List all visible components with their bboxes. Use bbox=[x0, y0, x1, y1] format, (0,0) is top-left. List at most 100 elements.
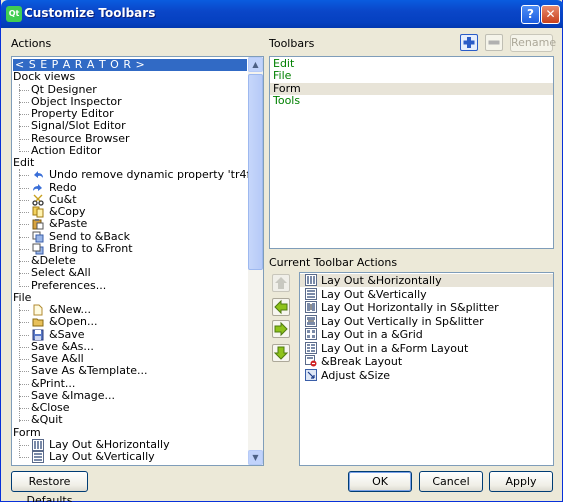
ok-button[interactable]: OK bbox=[348, 471, 412, 492]
close-button[interactable]: ✕ bbox=[541, 5, 560, 24]
action-item[interactable]: Signal/Slot Editor bbox=[31, 120, 126, 132]
action-category[interactable]: Form bbox=[13, 426, 41, 439]
layout-vertical-icon bbox=[305, 287, 317, 300]
action-item[interactable]: Select &All bbox=[31, 267, 91, 279]
action-item[interactable]: Property Editor bbox=[31, 108, 114, 120]
cancel-button[interactable]: Cancel bbox=[419, 471, 483, 492]
action-category[interactable]: File bbox=[13, 291, 31, 304]
layout-horizontal-icon bbox=[305, 274, 317, 286]
action-item[interactable]: Save As &Template... bbox=[31, 365, 148, 377]
action-item[interactable]: &Quit bbox=[31, 414, 63, 426]
scroll-down-button[interactable]: ▼ bbox=[248, 450, 263, 465]
action-item[interactable]: Save &As... bbox=[31, 339, 94, 353]
action-item[interactable]: Preferences... bbox=[31, 278, 107, 292]
action-item[interactable]: Lay Out &Vertically bbox=[49, 451, 155, 463]
layout-horizontal-icon bbox=[32, 438, 44, 451]
action-category[interactable]: Dock views bbox=[13, 71, 75, 83]
actions-header: Actions bbox=[11, 37, 52, 50]
action-item[interactable]: Send to &Back bbox=[49, 230, 130, 243]
tree-branch-line bbox=[19, 322, 29, 324]
action-item[interactable]: &New... bbox=[49, 304, 91, 316]
scroll-up-button[interactable]: ▲ bbox=[248, 57, 263, 72]
title-bar[interactable]: Qt Customize Toolbars ? ✕ bbox=[1, 0, 563, 28]
current-action-item[interactable]: &Break Layout bbox=[300, 355, 553, 368]
customize-toolbars-dialog: Qt Customize Toolbars ? ✕ Actions < S E … bbox=[0, 0, 563, 502]
tree-branch-line bbox=[19, 101, 29, 103]
tree-branch-line bbox=[19, 457, 29, 458]
help-button[interactable]: ? bbox=[521, 5, 540, 24]
action-label: Qt Designer bbox=[31, 82, 97, 96]
tree-branch-line bbox=[19, 89, 29, 91]
action-item[interactable]: Undo remove dynamic property 'tr4fsgv' f… bbox=[49, 169, 263, 181]
tree-branch-line bbox=[19, 273, 29, 275]
layout-grid-icon bbox=[305, 328, 317, 340]
action-item[interactable]: &Print... bbox=[31, 377, 75, 390]
remove-toolbar-button[interactable] bbox=[485, 34, 503, 51]
current-action-item[interactable]: Lay Out in a &Form Layout bbox=[300, 341, 553, 355]
apply-button[interactable]: Apply bbox=[489, 471, 553, 492]
action-label: &New... bbox=[49, 303, 92, 316]
restore-defaults-button[interactable]: Restore Defaults bbox=[11, 471, 88, 502]
action-item[interactable]: Qt Designer bbox=[31, 82, 97, 96]
add-action-button[interactable] bbox=[272, 320, 290, 338]
rename-button[interactable]: Rename bbox=[510, 34, 556, 52]
tree-branch-line bbox=[19, 248, 29, 250]
action-label: &Delete bbox=[31, 254, 76, 267]
action-label: &Save bbox=[49, 327, 85, 341]
toolbar-item[interactable]: Form bbox=[270, 82, 553, 95]
actions-scrollbar[interactable]: ▲ ▼ bbox=[248, 57, 263, 465]
action-item[interactable]: &Paste bbox=[49, 218, 87, 230]
action-item[interactable]: &Save bbox=[49, 327, 85, 341]
action-item[interactable]: Cu&t bbox=[49, 193, 77, 206]
action-item[interactable]: Object Inspector bbox=[31, 95, 122, 108]
toolbar-item[interactable]: File bbox=[270, 70, 553, 82]
current-toolbar-actions-list[interactable]: Lay Out &Horizontally Lay Out &Vertically… bbox=[299, 272, 554, 466]
action-item[interactable]: &Delete bbox=[31, 255, 76, 267]
action-item[interactable]: &Open... bbox=[49, 316, 97, 328]
action-item[interactable]: Resource Browser bbox=[31, 132, 130, 145]
action-label: Edit bbox=[13, 156, 35, 169]
action-item[interactable]: Lay Out &Horizontally bbox=[49, 438, 170, 451]
tree-branch-line bbox=[19, 224, 29, 226]
tree-branch-line bbox=[19, 371, 29, 373]
current-action-item[interactable]: Lay Out Vertically in Sp&litter bbox=[300, 314, 553, 328]
current-action-item[interactable]: Lay Out Horizontally in S&plitter bbox=[300, 301, 553, 314]
current-action-item[interactable]: Adjust &Size bbox=[300, 368, 553, 382]
action-item[interactable]: Action Editor bbox=[31, 143, 102, 157]
action-label: Preferences... bbox=[31, 278, 107, 292]
toolbars-list[interactable]: Edit File Form Tools bbox=[269, 56, 554, 249]
scroll-thumb[interactable] bbox=[248, 74, 263, 270]
action-item[interactable]: Redo bbox=[49, 181, 77, 194]
action-label: Action Editor bbox=[31, 143, 102, 157]
move-up-button[interactable] bbox=[272, 274, 290, 292]
current-action-item[interactable]: Lay Out &Horizontally bbox=[300, 274, 553, 287]
action-category[interactable]: Edit bbox=[13, 157, 34, 169]
move-down-button[interactable] bbox=[272, 344, 290, 362]
send-to-back-icon bbox=[32, 231, 44, 243]
toolbar-item[interactable]: Edit bbox=[270, 58, 553, 70]
undo-icon bbox=[32, 169, 44, 181]
open-folder-icon bbox=[32, 316, 44, 328]
action-item[interactable]: &Close bbox=[31, 402, 70, 414]
action-item[interactable]: Save &Image... bbox=[31, 389, 115, 402]
action-item[interactable]: &Copy bbox=[49, 206, 85, 218]
current-action-item[interactable]: Lay Out &Vertically bbox=[300, 287, 553, 301]
remove-action-button[interactable] bbox=[272, 298, 290, 316]
plus-icon bbox=[463, 37, 475, 48]
action-item[interactable]: Bring to &Front bbox=[49, 242, 133, 255]
add-toolbar-button[interactable] bbox=[460, 34, 478, 51]
action-category[interactable]: < S E P A R A T O R > bbox=[13, 59, 247, 71]
action-item[interactable]: Save A&ll bbox=[31, 353, 84, 365]
layout-vertical-icon bbox=[32, 451, 44, 463]
current-action-label: Lay Out in a &Form Layout bbox=[321, 341, 469, 355]
splitter-vertical-icon bbox=[305, 314, 317, 327]
actions-tree[interactable]: < S E P A R A T O R > Dock views Qt Design… bbox=[11, 56, 264, 466]
current-action-item[interactable]: Lay Out in a &Grid bbox=[300, 328, 553, 341]
tree-branch-line bbox=[19, 334, 29, 336]
toolbar-label: Edit bbox=[273, 57, 295, 70]
bring-to-front-icon bbox=[32, 243, 44, 255]
action-label: Save &As... bbox=[31, 339, 94, 353]
toolbar-item[interactable]: Tools bbox=[270, 95, 553, 107]
current-action-label: Lay Out &Vertically bbox=[321, 287, 427, 301]
break-layout-icon bbox=[305, 355, 317, 367]
